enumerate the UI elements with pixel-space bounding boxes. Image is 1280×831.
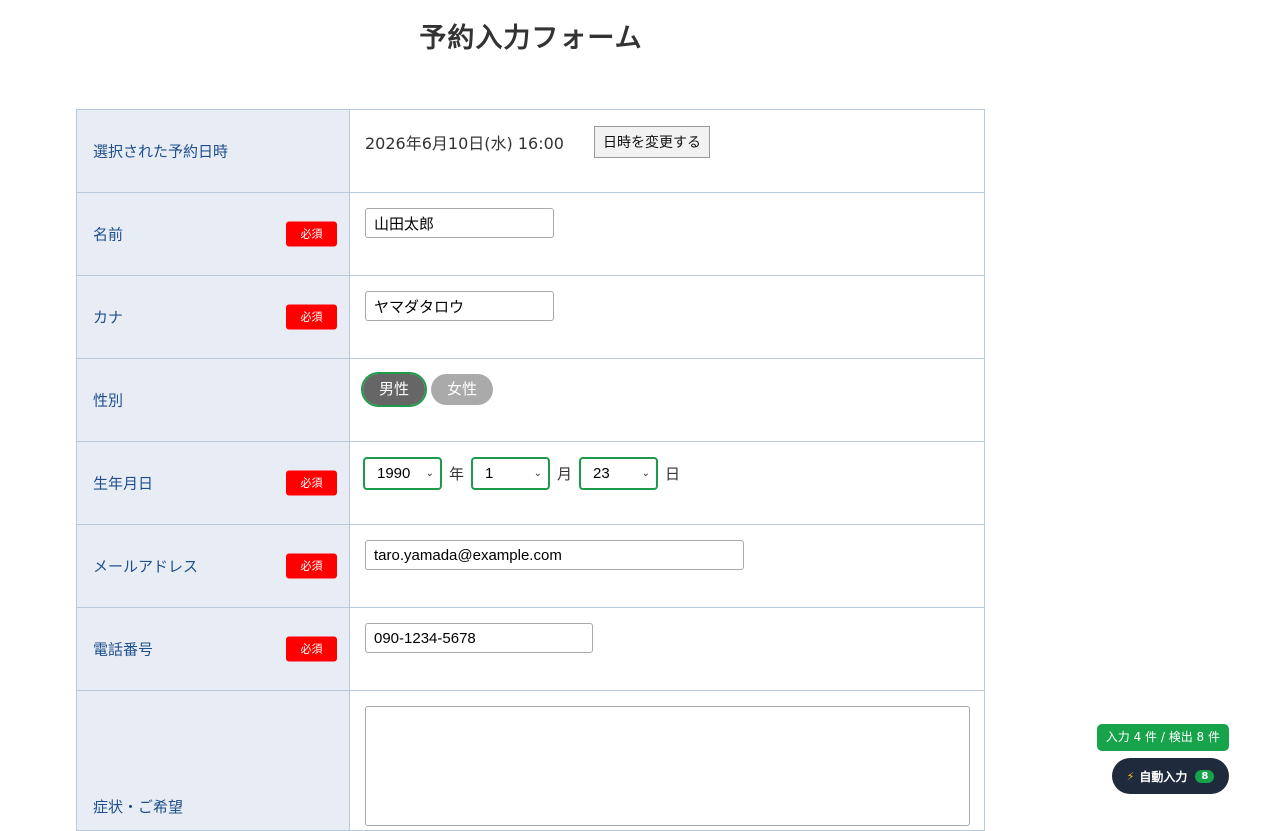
month-unit: 月 [557,465,573,483]
birth-month-value: 1 [485,465,494,482]
autofill-status-badge: 入力 4 件 / 検出 8 件 [1096,724,1229,751]
label-cell: 性別 [76,358,350,442]
value-cell [349,690,985,831]
chevron-down-icon: ⌄ [641,468,651,479]
datetime-row: 2026年6月10日(水) 16:00 日時を変更する [365,125,984,158]
phone-label: 電話番号 [93,640,154,659]
phone-input[interactable] [365,623,593,653]
form-row-kana: カナ 必須 [76,275,985,359]
kana-label: カナ [93,308,124,327]
gender-male-button[interactable]: 男性 [360,372,428,407]
birthdate-row: 1990 ⌄ 年 1 ⌄ 月 23 ⌄ 日 [363,457,984,490]
required-badge: 必須 [286,636,337,662]
page-title: 予約入力フォーム [419,23,643,54]
label-cell: 生年月日 必須 [76,441,350,525]
label-cell: 名前 必須 [76,192,350,276]
datetime-label: 選択された予約日時 [93,142,229,161]
day-unit: 日 [665,465,681,483]
value-cell: 1990 ⌄ 年 1 ⌄ 月 23 ⌄ 日 [349,441,985,525]
form-row-datetime: 選択された予約日時 2026年6月10日(水) 16:00 日時を変更する [76,109,985,193]
required-badge: 必須 [286,221,337,247]
reservation-form-table: 選択された予約日時 2026年6月10日(水) 16:00 日時を変更する 名前… [76,109,985,831]
label-cell: メールアドレス 必須 [76,524,350,608]
form-row-email: メールアドレス 必須 [76,524,985,608]
birthdate-label: 生年月日 [93,474,154,493]
birth-month-select[interactable]: 1 ⌄ [471,457,551,490]
selected-datetime: 2026年6月10日(水) 16:00 [365,134,564,153]
form-row-symptoms: 症状・ご希望 [76,690,985,831]
required-badge: 必須 [286,470,337,496]
required-badge: 必須 [286,553,337,579]
form-row-name: 名前 必須 [76,192,985,276]
symptoms-textarea[interactable] [365,706,970,826]
birth-day-select[interactable]: 23 ⌄ [579,457,659,490]
form-row-gender: 性別 男性 女性 [76,358,985,442]
name-label: 名前 [93,225,124,244]
email-input[interactable] [365,540,744,570]
kana-input[interactable] [365,291,554,321]
autofill-button[interactable]: ⚡ 自動入力 8 [1112,758,1229,794]
value-cell [349,275,985,359]
value-cell: 2026年6月10日(水) 16:00 日時を変更する [349,109,985,193]
value-cell [349,524,985,608]
required-badge: 必須 [286,304,337,330]
form-row-phone: 電話番号 必須 [76,607,985,691]
year-unit: 年 [449,465,465,483]
value-cell [349,607,985,691]
autofill-count-badge: 8 [1195,769,1215,783]
birth-day-value: 23 [593,465,610,482]
value-cell [349,192,985,276]
birth-year-value: 1990 [377,465,411,482]
birth-year-select[interactable]: 1990 ⌄ [363,457,442,490]
label-cell: 選択された予約日時 [76,109,350,193]
gender-label: 性別 [93,391,124,410]
chevron-down-icon: ⌄ [533,468,543,479]
change-datetime-button[interactable]: 日時を変更する [593,126,710,158]
label-cell: 電話番号 必須 [76,607,350,691]
symptoms-label: 症状・ご希望 [93,798,184,816]
autofill-button-label: 自動入力 [1139,769,1188,784]
chevron-down-icon: ⌄ [425,468,434,479]
label-cell: カナ 必須 [76,275,350,359]
gender-toggle-group: 男性 女性 [360,372,984,407]
lightning-icon: ⚡ [1126,769,1135,783]
name-input[interactable] [365,208,554,238]
gender-female-button[interactable]: 女性 [431,374,494,405]
email-label: メールアドレス [93,557,199,576]
value-cell: 男性 女性 [349,358,985,442]
form-row-birthdate: 生年月日 必須 1990 ⌄ 年 1 ⌄ 月 23 ⌄ 日 [76,441,985,525]
label-cell: 症状・ご希望 [76,690,350,831]
